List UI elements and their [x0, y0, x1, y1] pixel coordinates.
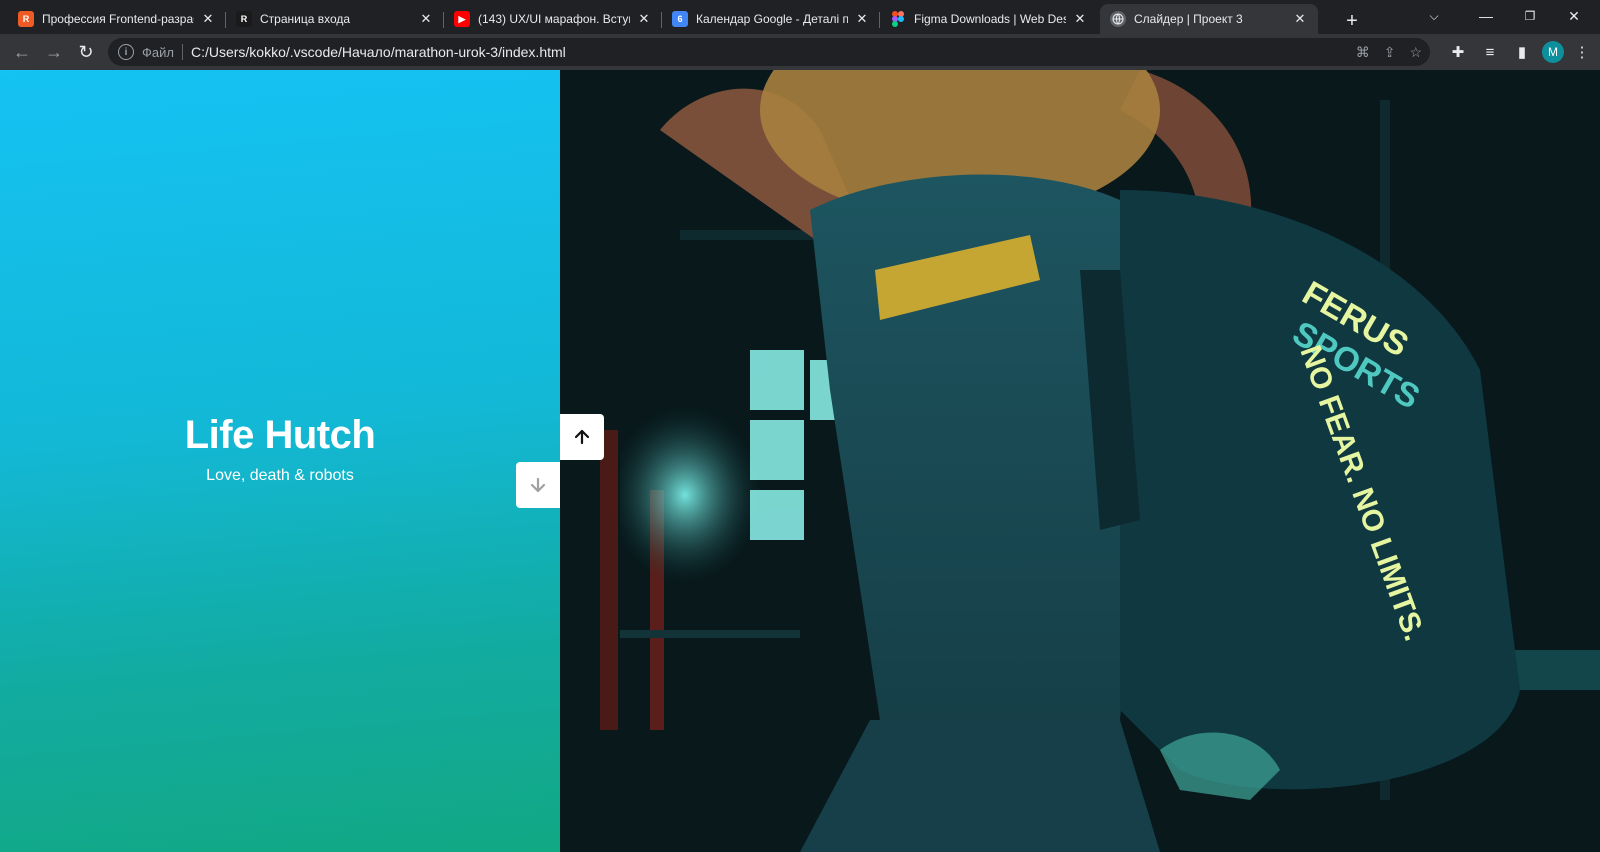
- tab-title: Страница входа: [260, 12, 351, 26]
- arrow-down-icon: [530, 477, 546, 493]
- tab-favicon: 6: [672, 11, 688, 27]
- tab-favicon: R: [236, 11, 252, 27]
- tab-favicon: ▶: [454, 11, 470, 27]
- tab-title: Календар Google - Деталі по: [696, 12, 848, 26]
- new-tab-button[interactable]: +: [1338, 7, 1366, 35]
- close-icon[interactable]: ✕: [1292, 11, 1308, 27]
- forward-arrow-icon[interactable]: →: [40, 38, 68, 66]
- globe-icon: [1110, 11, 1126, 27]
- close-icon[interactable]: ✕: [418, 11, 434, 27]
- slide-subtitle: Love, death & robots: [206, 467, 354, 484]
- page-viewport: Life Hutch Love, death & robots FERUS SP…: [0, 70, 1600, 852]
- bookmark-star-icon[interactable]: ☆: [1409, 44, 1422, 61]
- globe-glyph: [1112, 13, 1124, 25]
- tab-2[interactable]: ▶ (143) UX/UI марафон. Вступ ✕: [444, 4, 662, 34]
- slider-up-button[interactable]: [560, 414, 604, 460]
- close-icon[interactable]: ✕: [200, 11, 216, 27]
- tab-title: Слайдер | Проект 3: [1134, 12, 1243, 26]
- slide-photo: FERUS SPORTS NO FEAR. NO LIMITS.: [560, 70, 1600, 852]
- tab-0[interactable]: R Профессия Frontend-разраб ✕: [8, 4, 226, 34]
- profile-avatar[interactable]: M: [1542, 41, 1564, 63]
- omnibox-divider: [181, 44, 183, 60]
- address-bar[interactable]: i Файл C:/Users/kokko/.vscode/Начало/mar…: [108, 38, 1430, 66]
- figma-logo: [892, 11, 904, 27]
- tab-title: Профессия Frontend-разраб: [42, 12, 194, 26]
- close-icon[interactable]: ✕: [1072, 11, 1088, 27]
- favicon-glyph: R: [22, 14, 30, 24]
- url-text[interactable]: C:/Users/kokko/.vscode/Начало/marathon-u…: [191, 44, 566, 60]
- bench-bar: [620, 630, 800, 638]
- slider-down-button[interactable]: [516, 462, 560, 508]
- arrow-up-icon: [574, 429, 590, 445]
- minimize-button[interactable]: —: [1464, 0, 1508, 32]
- reading-list-icon[interactable]: ≡: [1476, 38, 1504, 66]
- figma-icon: [890, 11, 906, 27]
- scheme-label: Файл: [142, 44, 174, 60]
- close-icon[interactable]: ✕: [636, 11, 652, 27]
- tab-1[interactable]: R Страница входа ✕: [226, 4, 444, 34]
- share-icon[interactable]: ⇪: [1384, 44, 1396, 61]
- back-arrow-icon[interactable]: ←: [8, 38, 36, 66]
- translate-icon[interactable]: ⌘: [1356, 44, 1370, 61]
- favicon-glyph: 6: [677, 14, 683, 24]
- reload-icon[interactable]: ↻: [72, 38, 100, 66]
- extensions-puzzle-icon[interactable]: ✚: [1444, 38, 1472, 66]
- tab-3[interactable]: 6 Календар Google - Деталі по ✕: [662, 4, 880, 34]
- tab-favicon: R: [18, 11, 34, 27]
- menu-kebab-icon[interactable]: ⋮: [1568, 38, 1596, 66]
- omnibox-actions: ⌘ ⇪ ☆: [1356, 38, 1422, 66]
- red-rack-left: [600, 430, 618, 730]
- window-close-button[interactable]: ✕: [1552, 0, 1596, 32]
- close-icon[interactable]: ✕: [854, 11, 870, 27]
- athlete-photo-illustration: FERUS SPORTS NO FEAR. NO LIMITS.: [560, 70, 1600, 852]
- slide-title: Life Hutch: [184, 413, 376, 457]
- tab-4[interactable]: Figma Downloads | Web Desi ✕: [880, 4, 1098, 34]
- tab-5-active[interactable]: Слайдер | Проект 3 ✕: [1100, 4, 1318, 34]
- tab-title: (143) UX/UI марафон. Вступ: [478, 12, 630, 26]
- browser-toolbar: ← → ↻ i Файл C:/Users/kokko/.vscode/Нача…: [0, 34, 1600, 70]
- favicon-glyph: R: [240, 14, 248, 24]
- side-panel-icon[interactable]: ▮: [1508, 38, 1536, 66]
- tab-search-chevron-icon[interactable]: ⌵: [1412, 0, 1456, 32]
- toolbar-actions: ✚ ≡ ▮ M ⋮: [1440, 38, 1596, 66]
- favicon-glyph: ▶: [458, 13, 466, 24]
- slider-sidebar: Life Hutch Love, death & robots: [0, 70, 560, 852]
- tab-strip: R Профессия Frontend-разраб ✕ R Страница…: [0, 0, 1600, 34]
- tab-title: Figma Downloads | Web Desi: [914, 12, 1066, 26]
- info-icon[interactable]: i: [118, 44, 134, 60]
- restore-button[interactable]: ❐: [1508, 0, 1552, 32]
